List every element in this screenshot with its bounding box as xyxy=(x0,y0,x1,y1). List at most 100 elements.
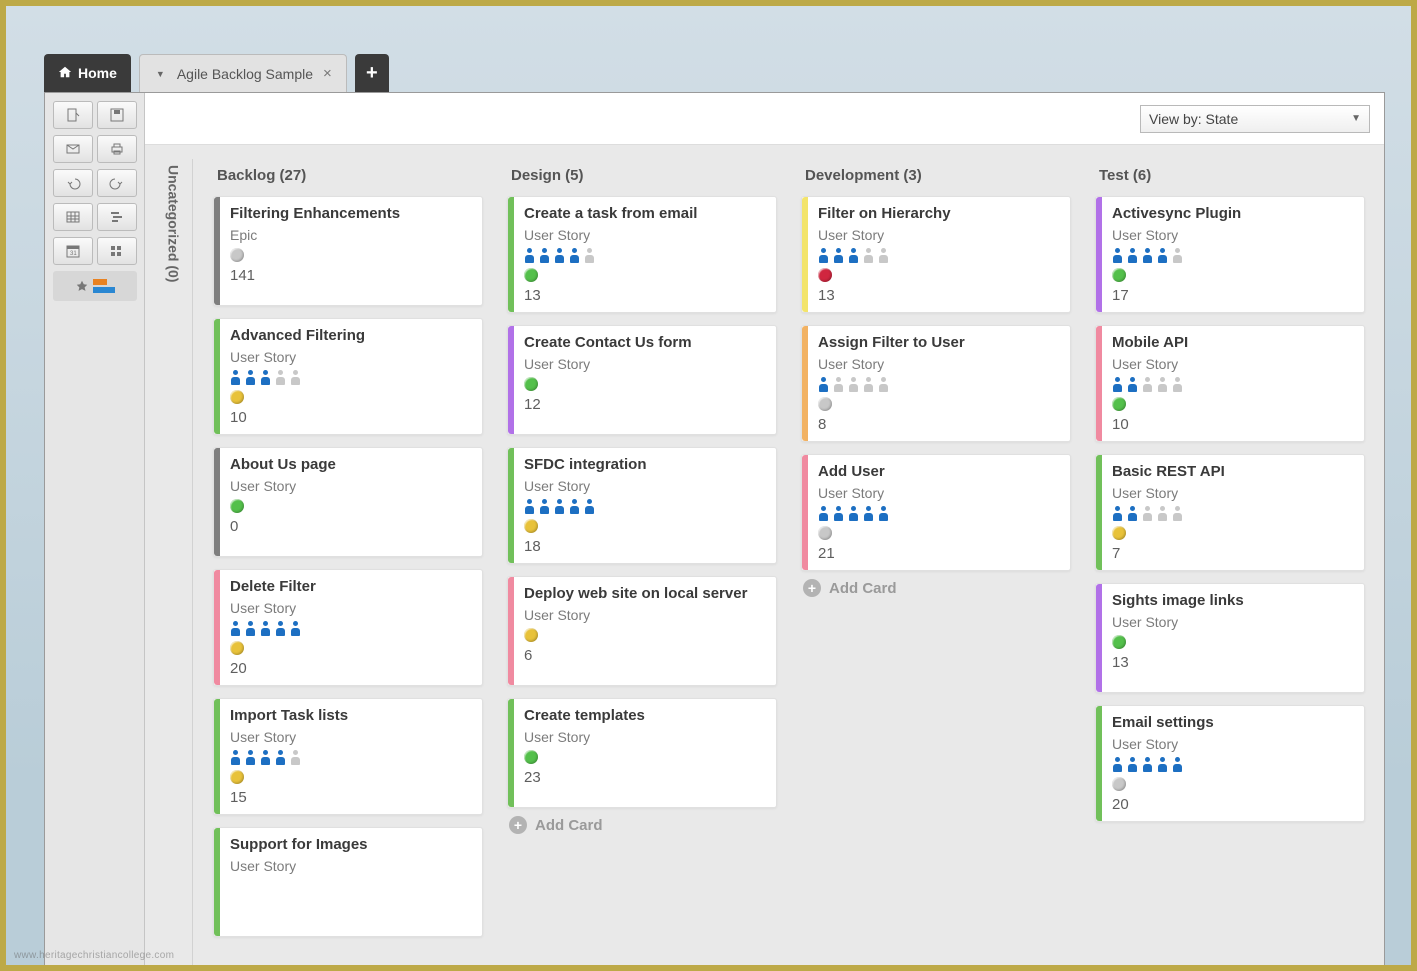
card[interactable]: Sights image links User Story 13 xyxy=(1095,583,1365,693)
card[interactable]: Delete Filter User Story 20 xyxy=(213,569,483,686)
card-points: 10 xyxy=(230,409,472,426)
card-type: User Story xyxy=(1112,736,1354,752)
card[interactable]: Assign Filter to UserUser Story8 xyxy=(801,325,1071,442)
card-title: SFDC integration xyxy=(524,456,766,473)
status-dot xyxy=(524,750,538,764)
watermark: www.heritagechristiancollege.com xyxy=(14,950,174,961)
document-tab-label: Agile Backlog Sample xyxy=(177,66,313,82)
status-dot xyxy=(1112,635,1126,649)
save-button[interactable] xyxy=(97,101,137,129)
card-title: Email settings xyxy=(1112,714,1354,731)
card-title: Advanced Filtering xyxy=(230,327,472,344)
card[interactable]: Add UserUser Story21 xyxy=(801,454,1071,571)
add-card-button[interactable]: +Add Card xyxy=(797,571,1075,605)
highlight-tile[interactable] xyxy=(53,271,137,301)
grid-view-button[interactable] xyxy=(53,203,93,231)
home-tab[interactable]: Home xyxy=(44,54,131,92)
card-type: User Story xyxy=(230,729,472,745)
person-icon xyxy=(863,248,874,263)
person-icon xyxy=(1172,248,1183,263)
card[interactable]: Support for ImagesUser Story xyxy=(213,827,483,937)
card[interactable]: Import Task listsUser Story15 xyxy=(213,698,483,815)
card-type: User Story xyxy=(524,356,766,372)
person-icon xyxy=(863,377,874,392)
card-people xyxy=(1112,248,1354,263)
person-icon xyxy=(1112,506,1123,521)
card[interactable]: Activesync PluginUser Story17 xyxy=(1095,196,1365,313)
add-tab-button[interactable]: + xyxy=(355,54,389,92)
person-icon xyxy=(290,370,301,385)
card[interactable]: Create templatesUser Story23 xyxy=(507,698,777,808)
card-title: Import Task lists xyxy=(230,707,472,724)
card[interactable]: Basic REST APIUser Story7 xyxy=(1095,454,1365,571)
card-points: 141 xyxy=(230,267,472,284)
add-card-button[interactable]: +Add Card xyxy=(503,808,781,842)
card-people xyxy=(1112,377,1354,392)
card-title: Delete Filter xyxy=(230,578,472,595)
card-title: Support for Images xyxy=(230,836,472,853)
card-points: 20 xyxy=(230,660,472,677)
add-card-label: Add Card xyxy=(535,817,603,834)
card-type: User Story xyxy=(1112,614,1354,630)
tab-dropdown-icon[interactable]: ▼ xyxy=(152,69,169,79)
person-icon xyxy=(1142,248,1153,263)
card-type: User Story xyxy=(524,607,766,623)
document-tab[interactable]: ▼ Agile Backlog Sample × xyxy=(139,54,347,92)
card[interactable]: Email settingsUser Story20 xyxy=(1095,705,1365,822)
calendar-view-button[interactable]: 31 xyxy=(53,237,93,265)
person-icon xyxy=(833,377,844,392)
print-button[interactable] xyxy=(97,135,137,163)
plus-icon: + xyxy=(803,579,821,597)
card[interactable]: Create Contact Us formUser Story12 xyxy=(507,325,777,435)
card[interactable]: About Us pageUser Story0 xyxy=(213,447,483,557)
person-icon xyxy=(230,621,241,636)
uncategorized-column[interactable]: Uncategorized (0) xyxy=(155,159,193,965)
person-icon xyxy=(275,750,286,765)
person-icon xyxy=(275,621,286,636)
person-icon xyxy=(1127,506,1138,521)
person-icon xyxy=(245,370,256,385)
card[interactable]: Filtering EnhancementsEpic141 xyxy=(213,196,483,306)
card-points: 13 xyxy=(1112,654,1354,671)
tab-close-icon[interactable]: × xyxy=(321,65,334,82)
card-title: Sights image links xyxy=(1112,592,1354,609)
person-icon xyxy=(1142,377,1153,392)
person-icon xyxy=(584,248,595,263)
undo-button[interactable] xyxy=(53,169,93,197)
card-type: User Story xyxy=(230,600,472,616)
card[interactable]: Filter on HierarchyUser Story13 xyxy=(801,196,1071,313)
person-icon xyxy=(848,377,859,392)
person-icon xyxy=(878,248,889,263)
person-icon xyxy=(230,750,241,765)
person-icon xyxy=(524,248,535,263)
person-icon xyxy=(878,377,889,392)
person-icon xyxy=(848,506,859,521)
status-dot xyxy=(1112,268,1126,282)
card-points: 7 xyxy=(1112,545,1354,562)
person-icon xyxy=(539,248,550,263)
card-points: 18 xyxy=(524,538,766,555)
card[interactable]: Mobile APIUser Story10 xyxy=(1095,325,1365,442)
new-doc-button[interactable] xyxy=(53,101,93,129)
status-dot xyxy=(1112,526,1126,540)
gantt-view-button[interactable] xyxy=(97,203,137,231)
person-icon xyxy=(1112,248,1123,263)
card[interactable]: Create a task from emailUser Story13 xyxy=(507,196,777,313)
person-icon xyxy=(833,506,844,521)
view-by-dropdown[interactable]: View by: State ▼ xyxy=(1140,105,1370,133)
card-view-button[interactable] xyxy=(97,237,137,265)
person-icon xyxy=(554,499,565,514)
person-icon xyxy=(260,370,271,385)
card[interactable]: SFDC integrationUser Story18 xyxy=(507,447,777,564)
status-dot xyxy=(1112,777,1126,791)
card-points: 10 xyxy=(1112,416,1354,433)
redo-button[interactable] xyxy=(97,169,137,197)
person-icon xyxy=(1142,757,1153,772)
mail-button[interactable] xyxy=(53,135,93,163)
card-points: 23 xyxy=(524,769,766,786)
card[interactable]: Advanced FilteringUser Story10 xyxy=(213,318,483,435)
card[interactable]: Deploy web site on local serverUser Stor… xyxy=(507,576,777,686)
person-icon xyxy=(833,248,844,263)
status-dot xyxy=(230,641,244,655)
card-type: User Story xyxy=(230,478,472,494)
